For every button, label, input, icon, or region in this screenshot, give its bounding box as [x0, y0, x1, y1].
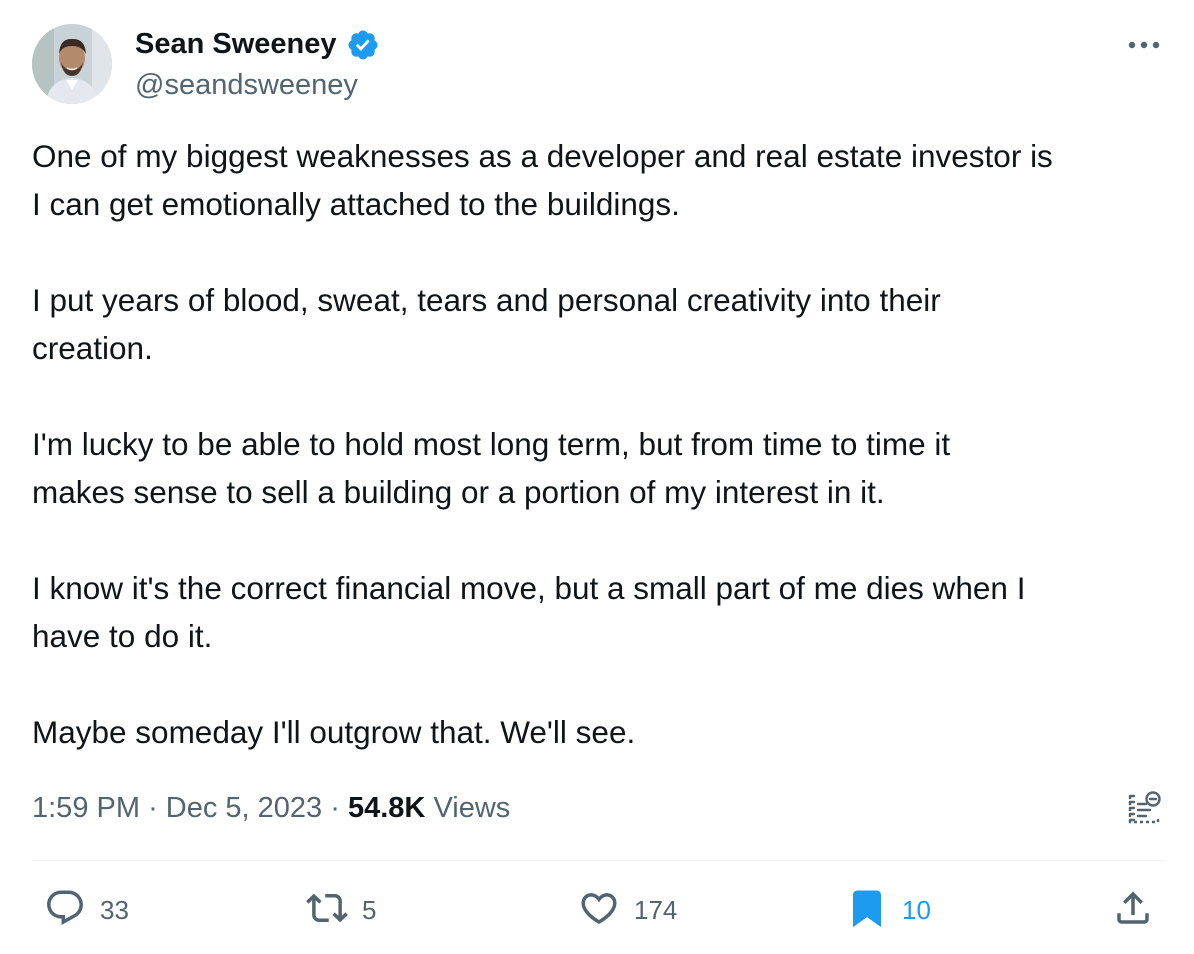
reply-button[interactable]: 33 — [44, 886, 129, 934]
author-handle[interactable]: @seandsweeney — [135, 67, 358, 103]
tweet-text: One of my biggest weaknesses as a develo… — [32, 132, 1172, 756]
tweet-paragraph: One of my biggest weaknesses as a develo… — [32, 138, 1053, 222]
view-analytics-icon[interactable] — [1124, 788, 1164, 828]
verified-badge-icon[interactable] — [346, 28, 380, 62]
retweet-icon — [306, 887, 348, 934]
avatar[interactable] — [32, 24, 112, 104]
share-button[interactable] — [1112, 886, 1154, 934]
tweet-card: Sean Sweeney @seandsweeney One of my big… — [0, 0, 1194, 954]
like-count: 174 — [634, 894, 678, 925]
views-label: Views — [433, 792, 511, 824]
bookmark-count: 10 — [902, 894, 931, 925]
retweet-count: 5 — [362, 894, 377, 925]
share-icon — [1112, 887, 1154, 934]
views-count: 54.8K — [347, 792, 426, 824]
tweet-paragraph: I put years of blood, sweat, tears and p… — [32, 282, 941, 366]
author-display-name[interactable]: Sean Sweeney — [135, 26, 337, 62]
divider — [32, 860, 1164, 861]
tweet-time[interactable]: 1:59 PM — [32, 792, 140, 824]
tweet-meta: 1:59 PM · Dec 5, 2023 · 54.8K Views — [32, 788, 510, 828]
tweet-actions: 33 5 174 10 — [0, 886, 1194, 934]
retweet-button[interactable]: 5 — [306, 886, 376, 934]
tweet-date[interactable]: Dec 5, 2023 — [166, 792, 322, 824]
bookmark-icon — [846, 887, 888, 934]
meta-separator: · — [330, 792, 340, 824]
bookmark-button[interactable]: 10 — [846, 886, 931, 934]
reply-count: 33 — [100, 894, 129, 925]
tweet-paragraph: I'm lucky to be able to hold most long t… — [32, 426, 951, 510]
like-button[interactable]: 174 — [578, 886, 677, 934]
heart-icon — [578, 887, 620, 934]
reply-icon — [44, 887, 86, 934]
tweet-paragraph: I know it's the correct financial move, … — [32, 570, 1026, 654]
tweet-paragraph: Maybe someday I'll outgrow that. We'll s… — [32, 714, 636, 750]
more-horizontal-icon[interactable] — [1126, 30, 1162, 60]
meta-separator: · — [148, 792, 158, 824]
